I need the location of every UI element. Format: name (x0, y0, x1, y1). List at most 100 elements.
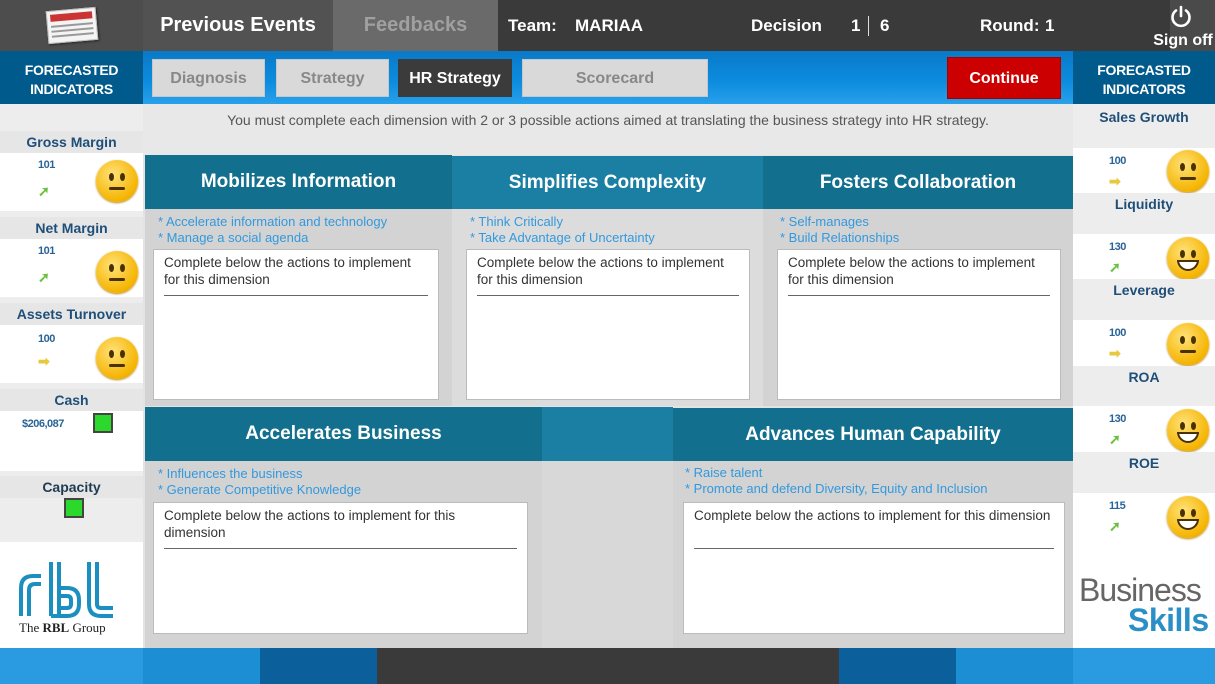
indicator-value: 101 (38, 159, 55, 171)
nav-previous-events[interactable]: Previous Events (143, 0, 333, 51)
indicator-label: ROE (1073, 452, 1215, 474)
action-box-prompt: Complete below the actions to implement … (788, 255, 1035, 287)
happy-face-icon (1167, 409, 1209, 451)
dimension-hint: * Self-manages (780, 214, 869, 229)
instructions-text: You must complete each dimension with 2 … (143, 104, 1073, 155)
actions-textarea[interactable] (477, 302, 739, 393)
indicator-sales-growth: 100 ➡ (1073, 148, 1215, 196)
divider (164, 548, 517, 549)
happy-face-icon (1167, 237, 1209, 279)
indicator-value: 130 (1109, 413, 1126, 425)
dimension-hint: * Generate Competitive Knowledge (158, 482, 362, 497)
indicator-roa: 130 ➚ (1073, 406, 1215, 454)
dimension-hint: * Accelerate information and technology (158, 214, 388, 229)
footer-segment (0, 648, 143, 684)
dimension-hint: * Raise talent (685, 465, 763, 480)
indicator-value: 115 (1109, 500, 1126, 512)
newspaper-logo-area (0, 0, 143, 51)
dimension-panel-fosters: * Self-manages * Build Relationships Com… (763, 209, 1073, 406)
team-label: Team: (508, 16, 557, 35)
sign-off-button[interactable]: Sign off (1140, 0, 1215, 51)
tab-bar: Diagnosis Strategy HR Strategy Scorecard… (143, 51, 1073, 104)
indicator-assets-turnover: 100 ➡ (0, 325, 143, 383)
footer-segment (839, 648, 956, 684)
divider (477, 295, 739, 296)
indicator-label: Gross Margin (0, 131, 143, 153)
decision-current: 1 (851, 16, 861, 35)
dimension-hint: * Promote and defend Diversity, Equity a… (685, 481, 988, 496)
nav-feedbacks[interactable]: Feedbacks (333, 0, 498, 51)
dimension-title: Accelerates Business (145, 407, 542, 461)
decision-total: 6 (880, 16, 890, 35)
indicator-value: 101 (38, 245, 55, 257)
newspaper-icon (45, 6, 99, 45)
actions-textarea[interactable] (694, 555, 1054, 627)
actions-textarea[interactable] (164, 302, 428, 393)
indicator-value: 100 (1109, 327, 1126, 339)
actions-textarea[interactable] (788, 302, 1050, 393)
indicator-label: Liquidity (1073, 193, 1215, 215)
round-label: Round: (980, 16, 1040, 35)
left-indicators-panel: Gross Margin 101 ➚ Net Margin 101 ➚ Asse… (0, 104, 143, 542)
trend-up-icon: ➚ (1109, 431, 1121, 447)
action-box-prompt: Complete below the actions to implement … (164, 508, 456, 540)
tab-diagnosis[interactable]: Diagnosis (152, 59, 265, 97)
footer-segment (1073, 648, 1215, 684)
trend-up-icon: ➚ (38, 269, 50, 285)
indicator-gross-margin: 101 ➚ (0, 153, 143, 211)
main-content: Diagnosis Strategy HR Strategy Scorecard… (143, 51, 1073, 648)
divider (788, 295, 1050, 296)
action-input-box[interactable]: Complete below the actions to implement … (777, 249, 1061, 400)
action-input-box[interactable]: Complete below the actions to implement … (153, 249, 439, 400)
footer-segment (260, 648, 377, 684)
neutral-face-icon (96, 251, 138, 293)
indicator-label: Net Margin (0, 217, 143, 239)
indicator-roe: 115 ➚ (1073, 493, 1215, 542)
cash-status-square (93, 413, 113, 433)
happy-face-icon (1167, 496, 1209, 538)
indicator-value: 100 (38, 333, 55, 345)
cash-indicator: $206,087 (0, 411, 143, 471)
divider (164, 295, 428, 296)
neutral-face-icon (1167, 150, 1209, 192)
indicator-liquidity: 130 ➚ (1073, 234, 1215, 282)
tab-hr-strategy[interactable]: HR Strategy (398, 59, 512, 97)
divider (694, 548, 1054, 549)
neutral-face-icon (1167, 323, 1209, 365)
action-input-box[interactable]: Complete below the actions to implement … (683, 502, 1065, 634)
capacity-indicator (0, 498, 143, 542)
trend-up-icon: ➚ (38, 183, 50, 199)
rbl-caption: The RBL Group (19, 620, 106, 635)
trend-flat-icon: ➡ (1109, 345, 1121, 361)
neutral-face-icon (96, 337, 138, 379)
dimension-panel-simplifies: * Think Critically * Take Advantage of U… (452, 209, 763, 406)
trend-up-icon: ➚ (1109, 259, 1121, 275)
indicator-label: Assets Turnover (0, 303, 143, 325)
actions-textarea[interactable] (164, 555, 517, 627)
footer-segment (143, 648, 260, 684)
dimension-title: Fosters Collaboration (763, 156, 1073, 210)
action-input-box[interactable]: Complete below the actions to implement … (466, 249, 750, 400)
tab-scorecard[interactable]: Scorecard (522, 59, 708, 97)
sign-off-label: Sign off (1153, 32, 1213, 49)
dimension-hint: * Think Critically (470, 214, 563, 229)
action-input-box[interactable]: Complete below the actions to implement … (153, 502, 528, 634)
right-forecast-title: FORECASTED INDICATORS (1073, 51, 1215, 104)
skills-word: Skills (1128, 602, 1209, 638)
dimension-hint: * Influences the business (158, 466, 303, 481)
neutral-face-icon (96, 160, 138, 202)
team-name: MARIAA (575, 16, 643, 35)
dimension-spacer (542, 407, 673, 461)
action-box-prompt: Complete below the actions to implement … (477, 255, 724, 287)
dimension-title: Simplifies Complexity (452, 156, 763, 210)
indicator-label: ROA (1073, 366, 1215, 388)
action-box-prompt: Complete below the actions to implement … (694, 508, 1051, 523)
tab-strategy[interactable]: Strategy (276, 59, 389, 97)
capacity-label: Capacity (0, 476, 143, 498)
continue-button[interactable]: Continue (947, 57, 1061, 99)
dimension-hint: * Build Relationships (780, 230, 900, 245)
round-value: 1 (1045, 16, 1055, 35)
dimension-spacer-body (542, 461, 673, 648)
indicator-label: Sales Growth (1073, 106, 1215, 128)
action-box-prompt: Complete below the actions to implement … (164, 255, 411, 287)
